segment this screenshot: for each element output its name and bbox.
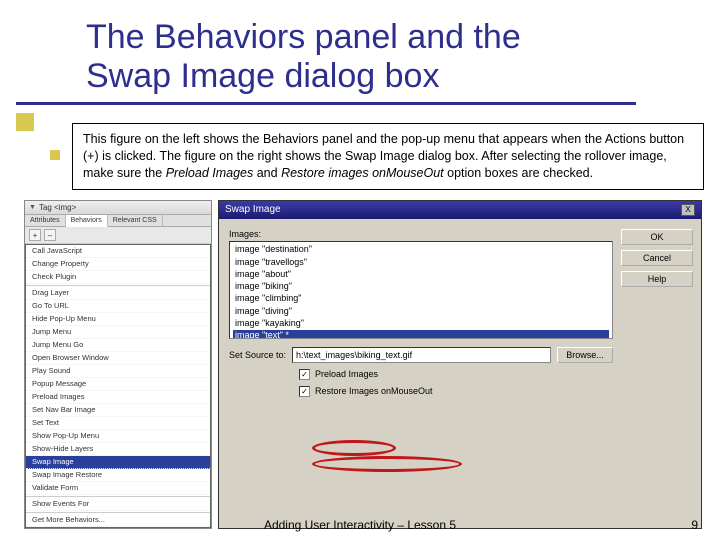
footer-text: Adding User Interactivity – Lesson 5	[264, 518, 456, 532]
source-row: Set Source to: h:\text_images\biking_tex…	[229, 347, 613, 363]
source-input[interactable]: h:\text_images\biking_text.gif	[292, 347, 551, 363]
list-item[interactable]: image "about"	[233, 268, 609, 280]
menu-item[interactable]: Jump Menu Go	[26, 339, 210, 352]
list-item[interactable]: image "kayaking"	[233, 317, 609, 329]
title-line-2: Swap Image dialog box	[86, 57, 439, 95]
list-item[interactable]: image "diving"	[233, 305, 609, 317]
actions-popup-menu: Call JavaScriptChange PropertyCheck Plug…	[25, 244, 211, 528]
browse-button[interactable]: Browse...	[557, 347, 613, 363]
panel-toolbar: + –	[25, 227, 211, 244]
dialog-titlebar: Swap Image X	[219, 201, 701, 219]
list-item[interactable]: image "travellogs"	[233, 256, 609, 268]
para-text-mid: and	[257, 166, 281, 180]
menu-item[interactable]: Jump Menu	[26, 326, 210, 339]
close-button[interactable]: X	[681, 204, 695, 216]
list-item[interactable]: image "biking"	[233, 281, 609, 293]
body-paragraph: This figure on the left shows the Behavi…	[72, 123, 704, 190]
remove-behavior-button[interactable]: –	[44, 229, 56, 241]
slide-title: The Behaviors panel and the Swap Image d…	[0, 0, 720, 102]
tab-behaviors[interactable]: Behaviors	[66, 215, 108, 227]
preload-checkbox-row: ✓ Preload Images	[299, 369, 613, 380]
panel-titlebar: ▼ Tag <img>	[25, 201, 211, 215]
tab-attributes[interactable]: Attributes	[25, 215, 66, 226]
swap-image-dialog: Swap Image X Images: image "destination"…	[218, 200, 702, 529]
menu-item[interactable]: Hide Pop-Up Menu	[26, 313, 210, 326]
menu-item[interactable]: Set Text	[26, 417, 210, 430]
list-item[interactable]: image "climbing"	[233, 293, 609, 305]
slide-accent-square	[16, 113, 34, 131]
menu-item[interactable]: Change Property	[26, 258, 210, 271]
behaviors-panel: ▼ Tag <img> Attributes Behaviors Relevan…	[24, 200, 212, 529]
source-label: Set Source to:	[229, 350, 286, 360]
title-underline	[16, 102, 636, 105]
menu-item[interactable]: Show-Hide Layers	[26, 443, 210, 456]
menu-item[interactable]: Call JavaScript	[26, 245, 210, 258]
menu-item[interactable]: Show Pop-Up Menu	[26, 430, 210, 443]
list-item[interactable]: image "destination"	[233, 244, 609, 256]
dialog-body: Images: image "destination"image "travel…	[219, 219, 701, 528]
dialog-title-text: Swap Image	[225, 204, 281, 215]
figure-row: ▼ Tag <img> Attributes Behaviors Relevan…	[24, 200, 704, 529]
restore-label: Restore Images onMouseOut	[315, 386, 433, 396]
slide-footer: Adding User Interactivity – Lesson 5	[0, 518, 720, 532]
panel-tabs: Attributes Behaviors Relevant CSS	[25, 215, 211, 227]
ok-button[interactable]: OK	[621, 229, 693, 245]
dialog-left-column: Images: image "destination"image "travel…	[229, 229, 613, 518]
add-behavior-button[interactable]: +	[29, 229, 41, 241]
menu-item[interactable]: Validate Form	[26, 482, 210, 495]
panel-title-text: Tag <img>	[39, 203, 76, 212]
disclosure-triangle-icon[interactable]: ▼	[29, 204, 36, 211]
list-item[interactable]: image "text" *	[233, 330, 609, 339]
page-number: 9	[691, 518, 698, 532]
restore-checkbox-row: ✓ Restore Images onMouseOut	[299, 386, 613, 397]
images-label: Images:	[229, 229, 613, 239]
tab-relevant-css[interactable]: Relevant CSS	[108, 215, 163, 226]
menu-item[interactable]: Preload Images	[26, 391, 210, 404]
restore-checkbox[interactable]: ✓	[299, 386, 310, 397]
preload-checkbox[interactable]: ✓	[299, 369, 310, 380]
menu-item[interactable]: Show Events For	[26, 498, 210, 511]
para-italic-1: Preload Images	[166, 166, 254, 180]
para-text-2: option boxes are checked.	[447, 166, 593, 180]
menu-item[interactable]: Check Plugin	[26, 271, 210, 284]
title-line-1: The Behaviors panel and the	[86, 18, 521, 56]
images-listbox[interactable]: image "destination"image "travellogs"ima…	[229, 241, 613, 339]
para-italic-2: Restore images onMouseOut	[281, 166, 444, 180]
annotation-oval-preload	[312, 440, 396, 456]
menu-item[interactable]: Swap Image	[26, 456, 210, 469]
dialog-right-column: OK Cancel Help	[621, 229, 693, 518]
help-button[interactable]: Help	[621, 271, 693, 287]
menu-item[interactable]: Go To URL	[26, 300, 210, 313]
menu-item[interactable]: Drag Layer	[26, 287, 210, 300]
bullet-square	[50, 150, 60, 160]
menu-item[interactable]: Swap Image Restore	[26, 469, 210, 482]
menu-item[interactable]: Popup Message	[26, 378, 210, 391]
menu-item[interactable]: Set Nav Bar Image	[26, 404, 210, 417]
cancel-button[interactable]: Cancel	[621, 250, 693, 266]
annotation-oval-restore	[312, 456, 462, 472]
menu-item[interactable]: Open Browser Window	[26, 352, 210, 365]
preload-label: Preload Images	[315, 369, 378, 379]
menu-item[interactable]: Play Sound	[26, 365, 210, 378]
